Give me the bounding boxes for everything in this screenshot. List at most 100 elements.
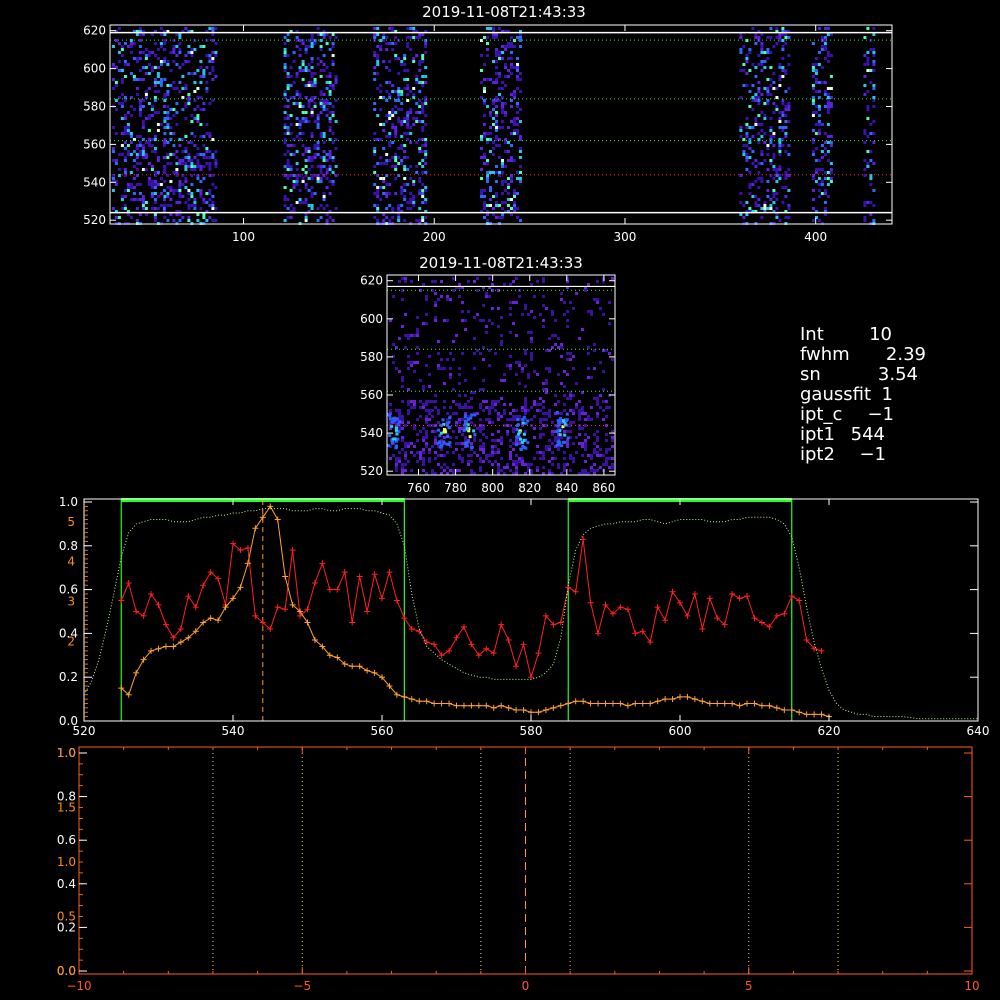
heatmap-cell (775, 168, 779, 171)
x-tick-label: 580 (520, 724, 543, 738)
heatmap-cell (584, 412, 587, 415)
heatmap-cell (775, 42, 779, 45)
heatmap-cell (394, 132, 398, 135)
heatmap-cell (826, 27, 830, 30)
heatmap-cell (872, 54, 876, 57)
heatmap-cell (169, 198, 173, 201)
heatmap-cell (479, 466, 482, 469)
heatmap-cell (301, 120, 305, 123)
heatmap-cell (147, 141, 151, 144)
heatmap-cell (739, 33, 743, 36)
heatmap-cell (784, 186, 788, 189)
heatmap-cell (208, 189, 212, 192)
heatmap-cell (193, 204, 197, 207)
heatmap-cell (319, 216, 323, 219)
heatmap-cell (123, 189, 127, 192)
heatmap-cell (497, 448, 500, 451)
heatmap-cell (398, 370, 401, 373)
data-point-plus (773, 612, 780, 619)
heatmap-cell (397, 216, 401, 219)
heatmap-cell (413, 427, 416, 430)
heatmap-cell (494, 439, 497, 442)
heatmap-cell (492, 108, 495, 111)
heatmap-cell (401, 436, 404, 439)
heatmap-cell (566, 358, 569, 361)
heatmap-cell (138, 33, 142, 36)
heatmap-cell (163, 156, 167, 159)
heatmap-cell (422, 469, 425, 472)
heatmap-cell (400, 162, 404, 165)
data-point-plus (148, 590, 155, 597)
heatmap-cell (193, 99, 197, 102)
heatmap-cell (748, 90, 752, 93)
heatmap-cell (394, 57, 398, 60)
heatmap-cell (129, 42, 133, 45)
heatmap-cell (401, 469, 404, 472)
heatmap-cell (760, 162, 764, 165)
heatmap-cell (169, 189, 173, 192)
heatmap-cell (325, 159, 329, 162)
x-tick-label: 860 (592, 481, 615, 495)
heatmap-cell (382, 219, 386, 222)
heatmap-cell (434, 400, 437, 403)
heatmap-cell (751, 108, 755, 111)
heatmap-cell (425, 430, 428, 433)
heatmap-cell (458, 406, 461, 409)
heatmap-cell (322, 141, 326, 144)
heatmap-cell (141, 51, 145, 54)
heatmap-cell (150, 207, 154, 210)
heatmap-cell (310, 114, 314, 117)
heatmap-cell (495, 192, 498, 195)
heatmap-cell (872, 162, 876, 165)
heatmap-cell (488, 421, 491, 424)
hot-spot-cell (563, 422, 567, 426)
heatmap-cell (536, 409, 539, 412)
heatmap-cell (513, 195, 516, 198)
heatmap-cell (425, 415, 428, 418)
heatmap-cell (510, 63, 513, 66)
data-point-plus (766, 623, 773, 630)
heatmap-cell (382, 123, 386, 126)
heatmap-cell (382, 213, 386, 216)
heatmap-cell (196, 105, 200, 108)
heatmap-cell (325, 75, 329, 78)
heatmap-cell (126, 123, 130, 126)
heatmap-cell (500, 340, 503, 343)
heatmap-cell (394, 168, 398, 171)
heatmap-cell (404, 334, 407, 337)
heatmap-cell (401, 439, 404, 442)
heatmap-cell (596, 412, 599, 415)
heatmap-cell (379, 156, 383, 159)
sn-label: sn (800, 364, 821, 385)
heatmap-cell (473, 337, 476, 340)
heatmap-cell (298, 54, 302, 57)
heatmap-cell (581, 469, 584, 472)
heatmap-cell (455, 436, 458, 439)
heatmap-cell (169, 132, 173, 135)
heatmap-cell (539, 421, 542, 424)
heatmap-cell (596, 439, 599, 442)
x-tick-label: −10 (66, 979, 91, 993)
heatmap-cell (515, 469, 518, 472)
heatmap-cell (328, 129, 332, 132)
heatmap-cell (811, 177, 815, 180)
heatmap-cell (482, 448, 485, 451)
heatmap-cell (141, 207, 145, 210)
heatmap-cell (205, 132, 209, 135)
heatmap-cell (569, 301, 572, 304)
heatmap-cell (495, 66, 498, 69)
heatmap-cell (787, 120, 791, 123)
heatmap-cell (397, 93, 401, 96)
heatmap-cell (443, 367, 446, 370)
heatmap-cell (449, 406, 452, 409)
heatmap-cell (483, 78, 486, 81)
heatmap-cell (781, 75, 785, 78)
heatmap-cell (394, 111, 398, 114)
heatmap-cell (144, 168, 148, 171)
heatmap-cell (159, 42, 163, 45)
heatmap-cell (172, 153, 176, 156)
heatmap-cell (166, 123, 170, 126)
heatmap-cell (401, 379, 404, 382)
heatmap-cell (869, 201, 873, 204)
heatmap-cell (464, 406, 467, 409)
